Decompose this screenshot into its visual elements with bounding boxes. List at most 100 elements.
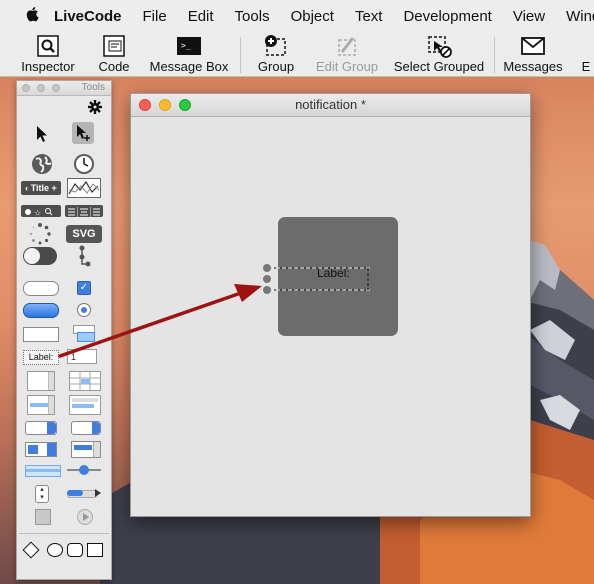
edit-group-button[interactable]: Edit Group	[314, 33, 380, 76]
option-menu-tool[interactable]	[71, 441, 101, 458]
tree-view-widget-icon[interactable]	[79, 245, 91, 267]
popup-menu-tool[interactable]	[25, 421, 57, 435]
line-graph-widget-icon[interactable]	[67, 178, 101, 198]
plus-icon: +	[51, 183, 57, 193]
message-box-icon: >_	[175, 34, 203, 58]
inspector-label: Inspector	[21, 59, 75, 74]
radio-dot	[81, 307, 87, 313]
checkbox-tool[interactable]: ✓	[77, 281, 91, 295]
zoom-button[interactable]	[179, 99, 191, 111]
tools-palette: Tools ‹ Title + ☆ SVG ✓ Label: 1 ▴ ▾	[16, 80, 112, 580]
list-selection	[30, 403, 48, 407]
truncated-toolbar-button[interactable]: E	[578, 33, 594, 76]
inspector-button[interactable]: Inspector	[18, 33, 78, 76]
scrolling-field-tool[interactable]	[27, 371, 55, 391]
combo-box-highlight	[28, 445, 38, 454]
menu-tools[interactable]: Tools	[235, 8, 270, 25]
data-grid-tool[interactable]	[69, 395, 101, 415]
option-menu-scroll	[93, 442, 100, 457]
close-button[interactable]	[139, 99, 151, 111]
svg-widget-label: SVG	[72, 228, 96, 240]
default-button-tool[interactable]	[23, 303, 59, 318]
oval-tool-icon[interactable]	[47, 543, 63, 557]
select-grouped-icon	[425, 34, 453, 58]
navigation-bar-icons: ☆	[25, 208, 53, 218]
radio-button-tool[interactable]	[77, 303, 91, 317]
messages-button[interactable]: Messages	[502, 33, 564, 76]
minimize-button[interactable]	[159, 99, 171, 111]
pointer-tool-button[interactable]	[72, 122, 94, 144]
notification-window: notification * Label:	[130, 93, 531, 517]
rectangle-button-tool[interactable]	[23, 327, 59, 342]
message-box-label: Message Box	[149, 59, 229, 74]
inspector-icon	[34, 34, 62, 58]
popup-menu-arrow	[47, 422, 56, 434]
scrollbar-tool[interactable]	[67, 465, 101, 475]
menu-livecode[interactable]: LiveCode	[54, 8, 122, 25]
navigation-bar-widget[interactable]: ☆	[21, 205, 61, 218]
option-menu-selection	[74, 445, 92, 450]
toolbar: Inspector Code >_ Message Box Group Edit…	[0, 33, 594, 77]
palette-close-button[interactable]	[22, 84, 30, 92]
menu-edit[interactable]: Edit	[188, 8, 214, 25]
edit-group-icon	[333, 34, 361, 58]
switch-button-widget[interactable]	[23, 247, 57, 265]
select-grouped-label: Select Grouped	[393, 59, 485, 74]
tab-panel-strip	[26, 469, 60, 472]
list-field-tool[interactable]	[27, 395, 55, 415]
palette-minimize-button[interactable]	[37, 84, 45, 92]
spinner-widget-icon[interactable]	[29, 223, 51, 245]
combo-box-tool[interactable]	[25, 442, 57, 457]
header-bar-widget[interactable]: ‹ Title +	[21, 181, 61, 195]
code-button[interactable]: Code	[94, 33, 134, 76]
rectangle-tool-icon[interactable]	[87, 543, 103, 557]
menu-object[interactable]: Object	[291, 8, 334, 25]
slider-fill	[67, 490, 83, 496]
gear-icon[interactable]	[87, 99, 103, 115]
menu-file[interactable]: File	[143, 8, 167, 25]
table-field-tool[interactable]	[69, 371, 101, 391]
svg-icon-widget[interactable]: SVG	[66, 225, 102, 243]
image-tool-icon[interactable]	[35, 509, 51, 525]
tools-palette-title: Tools	[81, 82, 105, 93]
combo-box-arrow	[47, 443, 56, 456]
palette-zoom-button[interactable]	[52, 84, 60, 92]
select-grouped-button[interactable]: Select Grouped	[390, 33, 488, 76]
player-play-icon	[83, 513, 89, 521]
list-scrollbar	[48, 396, 54, 414]
menu-window[interactable]: Window	[566, 8, 594, 25]
message-box-button[interactable]: >_ Message Box	[148, 33, 230, 76]
group-label: Group	[257, 59, 295, 74]
tools-palette-titlebar[interactable]: Tools	[17, 81, 111, 96]
notification-window-titlebar[interactable]: notification *	[131, 94, 530, 117]
palette-divider	[19, 533, 109, 534]
text-field-tool[interactable]: 1	[67, 349, 97, 364]
segmented-control-widget[interactable]	[65, 205, 103, 217]
map-widget-globe-icon[interactable]	[31, 153, 53, 175]
browse-tool-arrow-icon[interactable]	[35, 125, 49, 143]
menu-view[interactable]: View	[513, 8, 545, 25]
progress-slider-tool[interactable]	[67, 488, 101, 498]
group-button[interactable]: Group	[255, 33, 297, 76]
pulldown-menu-tool[interactable]	[71, 421, 101, 435]
polygon-tool-icon[interactable]	[22, 541, 40, 559]
group-icon	[262, 34, 290, 58]
player-tool-icon[interactable]	[77, 509, 93, 525]
check-menu-button-tool[interactable]	[73, 325, 95, 342]
pointer-tool-icon	[77, 125, 90, 141]
code-icon	[100, 34, 128, 58]
svg-text:☆: ☆	[34, 209, 41, 218]
clock-widget-icon[interactable]	[73, 153, 95, 175]
menu-development[interactable]: Development	[403, 8, 491, 25]
data-grid-row	[72, 404, 94, 408]
notification-label-field[interactable]: Label:	[317, 266, 350, 280]
round-rect-tool-icon[interactable]	[67, 543, 83, 557]
apple-menu-icon[interactable]	[26, 6, 40, 27]
label-field-tool[interactable]: Label:	[23, 350, 59, 365]
push-button-tool[interactable]	[23, 281, 59, 296]
menu-text[interactable]: Text	[355, 8, 383, 25]
tab-panel-tool[interactable]	[25, 465, 61, 477]
little-arrows-tool[interactable]: ▴ ▾	[35, 485, 49, 503]
messages-icon	[519, 34, 547, 58]
code-label: Code	[98, 59, 130, 74]
